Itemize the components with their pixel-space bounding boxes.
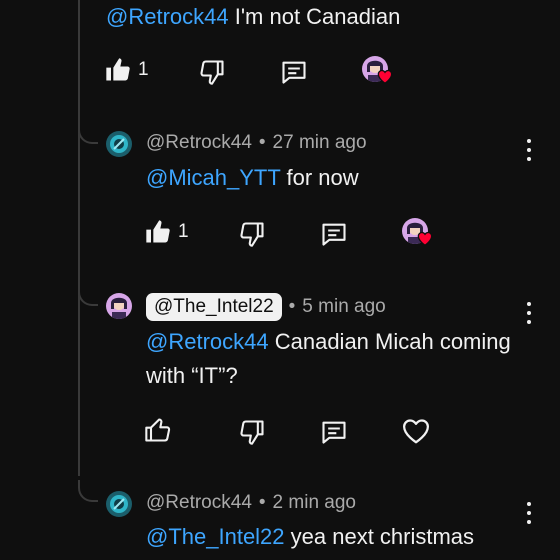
- thread-branch: [78, 284, 98, 306]
- timestamp: 27 min ago: [272, 132, 367, 153]
- dislike-button[interactable]: [198, 58, 226, 86]
- mention-link[interactable]: @Retrock44: [106, 4, 229, 29]
- thumbs-up-icon: [106, 58, 130, 81]
- dislike-button[interactable]: [238, 220, 266, 248]
- mention-link[interactable]: @The_Intel22: [146, 524, 285, 549]
- comment-meta: @Retrock44 • 27 min ago: [146, 132, 367, 154]
- like-button[interactable]: 1: [144, 218, 189, 246]
- heart-button[interactable]: [401, 417, 431, 445]
- author-name[interactable]: @Retrock44: [146, 492, 252, 514]
- dislike-button[interactable]: [238, 418, 266, 446]
- heart-outline-icon: [403, 419, 429, 444]
- thumbs-up-icon: [146, 220, 170, 243]
- thumbs-down-icon: [200, 60, 224, 85]
- author-chip[interactable]: @The_Intel22: [146, 293, 282, 321]
- separator: •: [258, 492, 266, 513]
- mention-link[interactable]: @Micah_YTT: [146, 165, 280, 190]
- reply-button[interactable]: [320, 418, 348, 446]
- separator: •: [258, 132, 266, 153]
- reply-button[interactable]: [280, 58, 308, 86]
- reply-icon: [322, 421, 346, 444]
- thread-line: [78, 0, 80, 476]
- creator-heart-badge: [402, 218, 434, 250]
- heart-icon: [417, 231, 433, 246]
- comment-text: @Micah_YTT for now: [146, 165, 359, 190]
- thread-branch: [78, 122, 98, 144]
- comment-text: @Retrock44 I'm not Canadian: [106, 4, 401, 29]
- author-name[interactable]: @Retrock44: [146, 132, 252, 154]
- reply-button[interactable]: [320, 220, 348, 248]
- thumbs-down-icon: [240, 420, 264, 445]
- separator: •: [288, 296, 296, 317]
- like-count: 1: [138, 59, 149, 80]
- thumbs-up-outline-icon: [145, 418, 171, 442]
- comment-text: @Retrock44 Canadian Micah coming with “I…: [146, 329, 511, 388]
- thumbs-down-icon: [240, 222, 264, 247]
- creator-heart-badge: [362, 56, 394, 88]
- avatar[interactable]: [106, 293, 132, 319]
- comment-meta: @Retrock44 • 2 min ago: [146, 492, 356, 514]
- avatar[interactable]: [106, 491, 132, 517]
- reply-icon: [322, 223, 346, 246]
- like-button[interactable]: 1: [104, 56, 149, 84]
- reply-icon: [282, 61, 306, 84]
- like-count: 1: [178, 221, 189, 242]
- avatar[interactable]: [106, 131, 132, 157]
- like-button[interactable]: [144, 416, 172, 444]
- more-options-button[interactable]: [518, 299, 540, 327]
- comment-meta: @The_Intel22 • 5 min ago: [146, 293, 386, 321]
- comment-text: @The_Intel22 yea next christmas: [146, 524, 475, 549]
- timestamp: 5 min ago: [302, 296, 386, 317]
- more-options-button[interactable]: [518, 136, 540, 164]
- thread-branch: [78, 480, 98, 502]
- timestamp: 2 min ago: [272, 492, 356, 513]
- heart-icon: [377, 69, 393, 84]
- mention-link[interactable]: @Retrock44: [146, 329, 269, 354]
